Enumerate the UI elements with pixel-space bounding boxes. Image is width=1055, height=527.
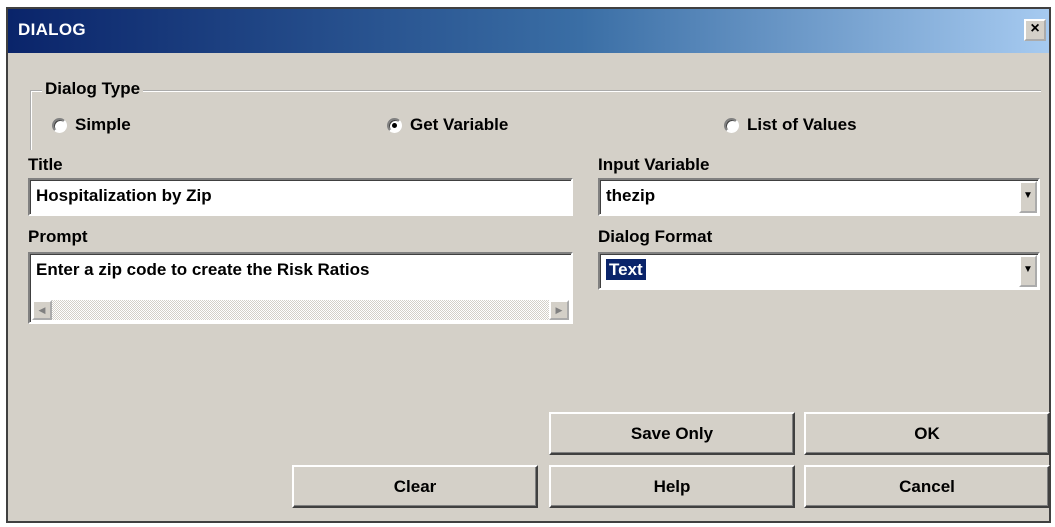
prompt-label: Prompt [28, 227, 88, 246]
close-button[interactable]: × [1024, 19, 1046, 41]
help-button[interactable]: Help [549, 465, 795, 508]
ok-label: OK [914, 423, 940, 443]
prompt-textarea[interactable]: Enter a zip code to create the Risk Rati… [28, 252, 573, 324]
title-label: Title [28, 155, 63, 174]
dialog-format-label: Dialog Format [598, 227, 713, 246]
radio-simple-indicator[interactable] [52, 117, 67, 133]
input-variable-value: thezip [606, 186, 656, 205]
chevron-down-icon[interactable]: ▼ [1019, 181, 1037, 213]
prompt-text: Enter a zip code to create the Risk Rati… [36, 260, 370, 279]
radio-list-of-values-label: List of Values [747, 115, 857, 134]
title-bar[interactable]: DIALOG × [8, 9, 1049, 53]
dialog-format-value: Text [605, 258, 647, 281]
save-only-label: Save Only [630, 423, 714, 443]
radio-list-of-values-indicator[interactable] [724, 117, 739, 133]
chevron-down-icon[interactable]: ▼ [1019, 255, 1037, 287]
radio-get-variable-indicator[interactable] [387, 117, 402, 133]
scroll-right-icon[interactable]: ▶ [549, 300, 569, 320]
close-icon: × [1030, 20, 1040, 37]
cancel-button[interactable]: Cancel [804, 465, 1050, 508]
clear-label: Clear [393, 476, 437, 496]
dialog-type-group: Dialog Type Simple Get Variable List of … [30, 79, 1041, 150]
clear-button[interactable]: Clear [292, 465, 538, 508]
scroll-left-icon[interactable]: ◀ [32, 300, 52, 320]
dialog-window: DIALOG × Dialog Type Simple Get Variable… [6, 7, 1051, 523]
ok-button[interactable]: OK [804, 412, 1050, 455]
radio-get-variable[interactable]: Get Variable [387, 114, 508, 136]
dialog-format-combobox[interactable]: Text ▼ [598, 252, 1040, 290]
radio-get-variable-label: Get Variable [410, 115, 509, 134]
title-input[interactable]: Hospitalization by Zip [28, 178, 573, 216]
radio-simple-label: Simple [75, 115, 131, 134]
radio-list-of-values[interactable]: List of Values [724, 114, 857, 136]
input-variable-combobox[interactable]: thezip ▼ [598, 178, 1040, 216]
radio-simple[interactable]: Simple [52, 114, 131, 136]
input-variable-label: Input Variable [598, 155, 710, 174]
prompt-horizontal-scrollbar[interactable]: ◀ ▶ [32, 300, 569, 320]
help-label: Help [653, 476, 691, 496]
cancel-label: Cancel [899, 476, 955, 496]
save-only-button[interactable]: Save Only [549, 412, 795, 455]
window-title: DIALOG [18, 20, 86, 39]
dialog-type-legend: Dialog Type [42, 79, 144, 99]
